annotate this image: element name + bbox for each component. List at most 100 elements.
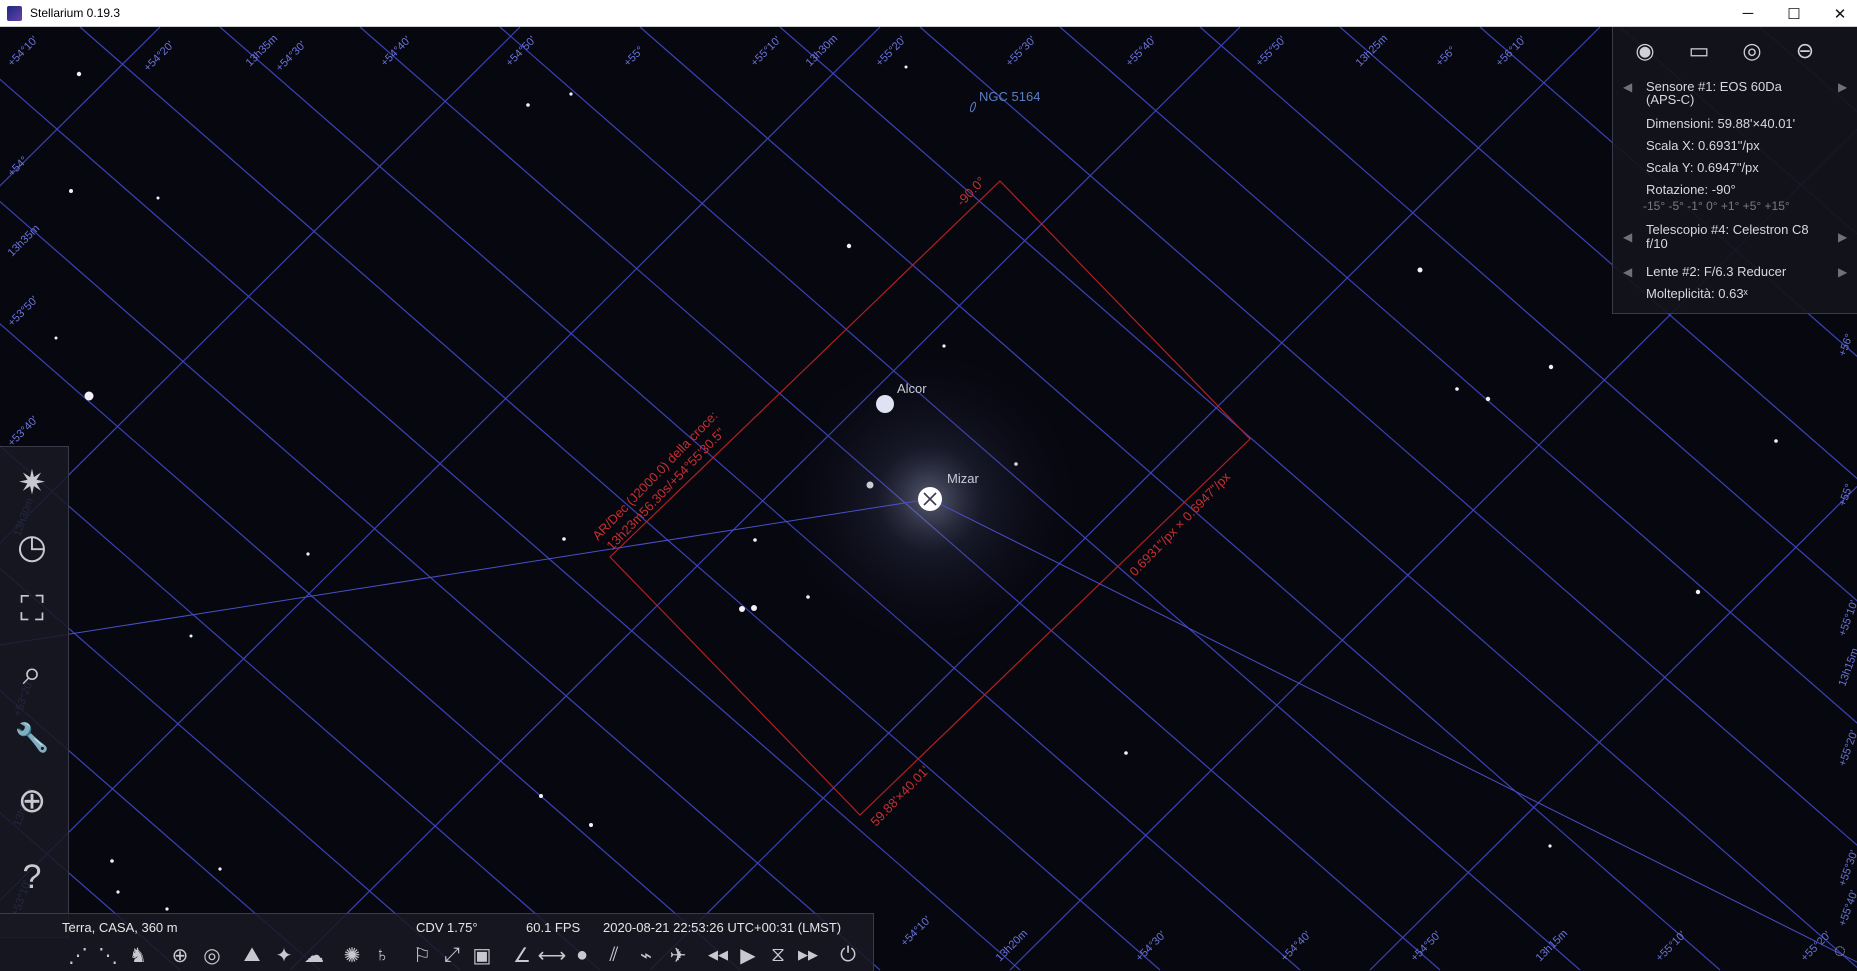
close-button[interactable]: ✕ [1817,0,1857,27]
grid-coordinate-label: +54° [6,154,31,179]
background-star [110,859,114,863]
corner-toggle-icon[interactable]: ◌ [1827,938,1853,964]
date-time-icon[interactable]: ◷ [10,525,54,569]
window-title: Stellarium 0.19.3 [30,6,121,20]
grid-coordinate-label: +55°10' [1837,599,1857,638]
minimize-button[interactable]: ─ [1725,0,1771,27]
background-star [1455,387,1459,391]
background-star [753,538,757,542]
left-toolbar: ✷ ◷ ⛶ ⌕ 🔧 ⊕ ? [0,446,69,938]
next-lens-icon[interactable]: ▶ [1838,265,1847,279]
telrad-icon[interactable]: ◎ [1736,35,1768,67]
rotation-value: Rotazione: -90° [1646,182,1736,197]
nebulae-icon[interactable]: ✺ [338,941,366,969]
grid-coordinate-label: 13h20m [994,928,1031,965]
grid-coordinate-label: +55° [622,44,647,69]
background-star [156,196,160,200]
play-icon[interactable]: ▶ [734,941,762,969]
astronomical-calculations-icon[interactable]: ⊕ [10,779,54,823]
background-star [69,189,73,193]
grid-coordinate-label: 13h15m [1534,928,1571,965]
prev-lens-icon[interactable]: ◀ [1623,265,1632,279]
prev-sensor-icon[interactable]: ◀ [1623,80,1632,94]
background-star [806,595,810,599]
cardinal-points-icon[interactable]: ✦ [270,941,298,969]
grid-coordinate-label: +55°30' [1837,849,1857,888]
grid-coordinate-label: +54°10' [6,34,41,69]
configuration-icon[interactable]: 🔧 [10,715,54,759]
lens-icon[interactable]: ⊖ [1789,35,1821,67]
telescope-ratio: f/10 [1646,236,1668,251]
next-sensor-icon[interactable]: ▶ [1838,80,1847,94]
sensor-type: (APS-C) [1646,92,1695,107]
location-icon[interactable]: ⛶ [10,587,54,631]
background-star [1548,364,1554,370]
grid-coordinate-label: +55°10' [1654,929,1689,964]
search-icon[interactable]: ⌕ [10,651,54,695]
satellite-hints-icon[interactable]: ✈ [664,941,692,969]
grid-coordinate-label: +55°40' [1124,34,1159,69]
rotation-presets[interactable]: -15° -5° -1° 0° +1° +5° +15° [1643,199,1790,213]
status-fov: CDV 1.75° [416,920,478,935]
sky-and-viewing-options-icon[interactable]: ✷ [10,461,54,505]
declination-grid-line [0,200,881,970]
background-star [76,71,82,77]
label-alcor[interactable]: Alcor [897,381,927,396]
next-telescope-icon[interactable]: ▶ [1838,230,1847,244]
mount-icon[interactable]: ⚐ [408,941,436,969]
now-icon[interactable]: ⧖ [764,941,792,969]
fullscreen-icon[interactable]: ⤢ [438,941,466,969]
alcor-star[interactable] [876,395,894,413]
grid-coordinate-label: +56° [1837,332,1856,358]
angle-measure-icon[interactable]: ∠ [508,941,536,969]
label-ngc-5164[interactable]: NGC 5164 [979,89,1040,104]
ocular-view-icon[interactable]: ▣ [468,941,496,969]
prev-telescope-icon[interactable]: ◀ [1623,230,1632,244]
grid-coordinate-label: +56°10' [1494,34,1529,69]
sky-canvas[interactable]: +54°10' +54°20' 13h35m +54°30' +54°40' +54°50… [0,27,1857,970]
declination-grid-line [0,567,461,970]
maximize-button[interactable]: ☐ [1771,0,1817,27]
background-star [751,605,757,611]
ground-icon[interactable]: ⛰ [238,941,266,969]
status-fps: 60.1 FPS [526,920,581,935]
title-bar: Stellarium 0.19.3 ─ ☐ ✕ [0,0,1857,27]
ocular-icon[interactable]: ◉ [1629,35,1661,67]
ocular-scale-label: 0.6931"/px × 0.6947"/px [1126,469,1233,579]
fast-forward-icon[interactable]: ▶▶ [794,941,822,969]
label-mizar[interactable]: Mizar [947,471,979,486]
background-star [589,823,593,827]
background-star [165,907,169,911]
rewind-icon[interactable]: ◀◀ [704,941,732,969]
declination-grid-line [0,445,601,970]
sky-view[interactable]: +54°10' +54°20' 13h35m +54°30' +54°40' +54°50… [0,27,1857,970]
grid-coordinate-label: +56° [1434,44,1459,69]
equatorial-grid-icon[interactable]: ⊕ [166,941,194,969]
quit-icon[interactable]: ⏻ [834,941,862,969]
grid-coordinate-label: +55°40' [1837,889,1857,928]
ocular-coords-line1: AR/Dec (J2000.0) della croce: [589,408,720,543]
oculars-panel: ◉ ▭ ◎ ⊖ ◀ ▶ Sensore #1: EOS 60Da (APS-C)… [1612,27,1857,314]
constellation-art-icon[interactable]: ♞ [124,941,152,969]
exoplanets-icon[interactable]: ● [568,941,596,969]
grid-coordinate-label: +54°20' [142,39,177,74]
ngc-5164-marker-icon [969,101,977,113]
planets-icon[interactable]: ♄ [368,941,396,969]
sensor-frame-icon[interactable]: ▭ [1683,35,1715,67]
grid-coordinate-label: +53°50' [6,294,41,329]
azimuthal-grid-icon[interactable]: ◎ [198,941,226,969]
background-star [904,65,908,69]
atmosphere-icon[interactable]: ☁ [300,941,328,969]
meteor-showers-icon[interactable]: ⫽ [600,941,628,969]
constellation-names-icon[interactable]: ⋱ [94,941,122,969]
ruler-icon[interactable]: ⟷ [538,941,567,969]
satellites-icon[interactable]: ⌁ [632,941,660,969]
background-star [1774,439,1778,443]
help-icon[interactable]: ? [10,855,54,899]
background-star [1124,751,1128,755]
constellation-lines-icon[interactable]: ⋰ [64,941,92,969]
grid-coordinate-label: +55°20' [1837,729,1857,768]
grid-coordinate-label: +55° [1837,482,1856,508]
grid-coordinate-label: +55°20' [874,34,909,69]
grid-coordinate-label: 13h15m [1837,647,1857,688]
